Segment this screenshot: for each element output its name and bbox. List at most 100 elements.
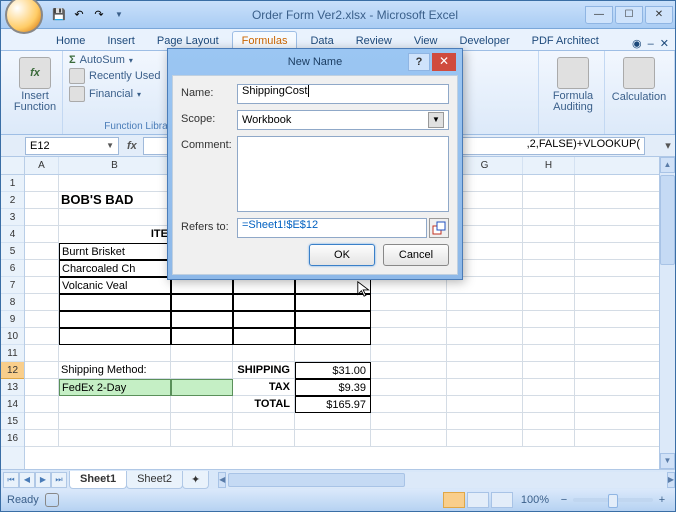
view-page-break-icon[interactable] xyxy=(491,492,513,508)
name-box[interactable]: E12 ▼ xyxy=(25,137,119,155)
row-header[interactable]: 12 xyxy=(1,362,24,379)
row-header[interactable]: 8 xyxy=(1,294,24,311)
dialog-close-button[interactable]: ✕ xyxy=(432,53,456,71)
autosum-button[interactable]: ΣAutoSum▾ xyxy=(69,54,174,66)
col-header[interactable]: H xyxy=(523,157,575,174)
cancel-button[interactable]: Cancel xyxy=(383,244,449,266)
fx-button[interactable]: fx xyxy=(127,140,137,152)
header-item[interactable]: ITE xyxy=(59,226,171,243)
shipping-method-value[interactable]: FedEx 2-Day xyxy=(59,379,171,396)
office-button[interactable] xyxy=(5,0,43,34)
row-header[interactable]: 9 xyxy=(1,311,24,328)
select-all-corner[interactable] xyxy=(1,157,24,175)
recent-icon xyxy=(69,68,85,84)
row-header[interactable]: 4 xyxy=(1,226,24,243)
tab-home[interactable]: Home xyxy=(47,32,94,50)
fx-icon: fx xyxy=(19,57,51,89)
title-cell[interactable]: BOB'S BAD xyxy=(59,192,171,209)
close-button[interactable]: ✕ xyxy=(645,6,673,24)
dialog-title[interactable]: New Name ? ✕ xyxy=(168,49,462,75)
maximize-button[interactable]: ☐ xyxy=(615,6,643,24)
shipping-value[interactable]: $31.00 xyxy=(295,362,371,379)
row-header[interactable]: 13 xyxy=(1,379,24,396)
expand-formula-bar-icon[interactable]: ▾ xyxy=(661,139,675,152)
sheet-tab-bar: ⏮ ◀ ▶ ⏭ Sheet1 Sheet2 ✦ ◀ ▶ xyxy=(1,469,675,489)
qat-dropdown-icon[interactable]: ▼ xyxy=(111,7,127,23)
chevron-down-icon[interactable]: ▼ xyxy=(106,141,114,150)
shipping-method-label[interactable]: Shipping Method: xyxy=(59,362,171,379)
sheet-nav-first-icon[interactable]: ⏮ xyxy=(3,472,19,488)
row-header[interactable]: 1 xyxy=(1,175,24,192)
formula-auditing-button[interactable]: Formula Auditing xyxy=(545,53,601,113)
refers-to-input[interactable]: =Sheet1!$E$12 xyxy=(237,218,427,238)
sheet-tab-sheet2[interactable]: Sheet2 xyxy=(126,471,183,489)
name-input[interactable]: ShippingCost xyxy=(237,84,449,104)
shipping-label[interactable]: SHIPPING xyxy=(233,362,295,379)
refers-to-label: Refers to: xyxy=(181,218,237,233)
tab-insert[interactable]: Insert xyxy=(98,32,144,50)
sheet-nav-prev-icon[interactable]: ◀ xyxy=(19,472,35,488)
scroll-down-icon[interactable]: ▼ xyxy=(660,453,675,469)
ok-button[interactable]: OK xyxy=(309,244,375,266)
comment-label: Comment: xyxy=(181,136,237,151)
row-header[interactable]: 7 xyxy=(1,277,24,294)
tax-value[interactable]: $9.39 xyxy=(295,379,371,396)
zoom-slider[interactable] xyxy=(573,498,653,502)
macro-record-icon[interactable] xyxy=(45,493,59,507)
row-header[interactable]: 6 xyxy=(1,260,24,277)
view-page-layout-icon[interactable] xyxy=(467,492,489,508)
quick-access-toolbar: 💾 ↶ ↷ ▼ xyxy=(51,7,127,23)
new-sheet-icon[interactable]: ✦ xyxy=(182,471,209,489)
total-value[interactable]: $165.97 xyxy=(295,396,371,413)
scroll-right-icon[interactable]: ▶ xyxy=(667,472,675,488)
scroll-thumb[interactable] xyxy=(228,473,404,487)
horizontal-scrollbar[interactable]: ◀ ▶ xyxy=(218,472,675,488)
scroll-thumb[interactable] xyxy=(660,175,675,265)
comment-textarea[interactable] xyxy=(237,136,449,212)
col-header[interactable]: B xyxy=(59,157,171,174)
col-header[interactable]: A xyxy=(25,157,59,174)
undo-icon[interactable]: ↶ xyxy=(71,7,87,23)
sheet-nav-next-icon[interactable]: ▶ xyxy=(35,472,51,488)
row-header[interactable]: 3 xyxy=(1,209,24,226)
tax-label[interactable]: TAX xyxy=(233,379,295,396)
vertical-scrollbar[interactable]: ▲ ▼ xyxy=(659,157,675,469)
sheet-tab-sheet1[interactable]: Sheet1 xyxy=(69,471,127,489)
minimize-button[interactable]: — xyxy=(585,6,613,24)
help-icon[interactable]: ◉ xyxy=(632,37,642,50)
row-header[interactable]: 5 xyxy=(1,243,24,260)
row-header[interactable]: 15 xyxy=(1,413,24,430)
scroll-left-icon[interactable]: ◀ xyxy=(218,472,226,488)
view-normal-icon[interactable] xyxy=(443,492,465,508)
workbook-close-icon[interactable]: ✕ xyxy=(660,37,669,50)
calculation-button[interactable]: Calculation xyxy=(611,53,667,103)
redo-icon[interactable]: ↷ xyxy=(91,7,107,23)
row-header[interactable]: 11 xyxy=(1,345,24,362)
minimize-ribbon-icon[interactable]: – xyxy=(648,38,654,50)
zoom-level[interactable]: 100% xyxy=(521,494,549,506)
row-header[interactable]: 16 xyxy=(1,430,24,447)
insert-function-button[interactable]: fx Insert Function xyxy=(7,53,63,113)
scope-select[interactable]: Workbook ▼ xyxy=(237,110,449,130)
save-icon[interactable]: 💾 xyxy=(51,7,67,23)
row-header[interactable]: 2 xyxy=(1,192,24,209)
name-label: Name: xyxy=(181,84,237,99)
zoom-in-icon[interactable]: + xyxy=(655,494,669,506)
table-cell[interactable]: Burnt Brisket xyxy=(59,243,171,260)
status-ready: Ready xyxy=(7,494,39,506)
chevron-down-icon[interactable]: ▼ xyxy=(428,112,444,128)
dialog-help-button[interactable]: ? xyxy=(408,53,430,71)
table-cell[interactable]: Volcanic Veal xyxy=(59,277,171,294)
row-header[interactable]: 10 xyxy=(1,328,24,345)
financial-button[interactable]: Financial▾ xyxy=(69,86,174,102)
recently-used-button[interactable]: Recently Used xyxy=(69,68,174,84)
zoom-out-icon[interactable]: − xyxy=(557,494,571,506)
total-label[interactable]: TOTAL xyxy=(233,396,295,413)
tab-pdf-architect[interactable]: PDF Architect xyxy=(523,32,608,50)
sheet-nav-last-icon[interactable]: ⏭ xyxy=(51,472,67,488)
row-headers: 1 2 3 4 5 6 7 8 9 10 11 12 13 14 15 16 xyxy=(1,157,25,469)
row-header[interactable]: 14 xyxy=(1,396,24,413)
table-cell[interactable]: Charcoaled Ch xyxy=(59,260,171,277)
range-selector-icon[interactable] xyxy=(429,218,449,238)
scroll-up-icon[interactable]: ▲ xyxy=(660,157,675,173)
